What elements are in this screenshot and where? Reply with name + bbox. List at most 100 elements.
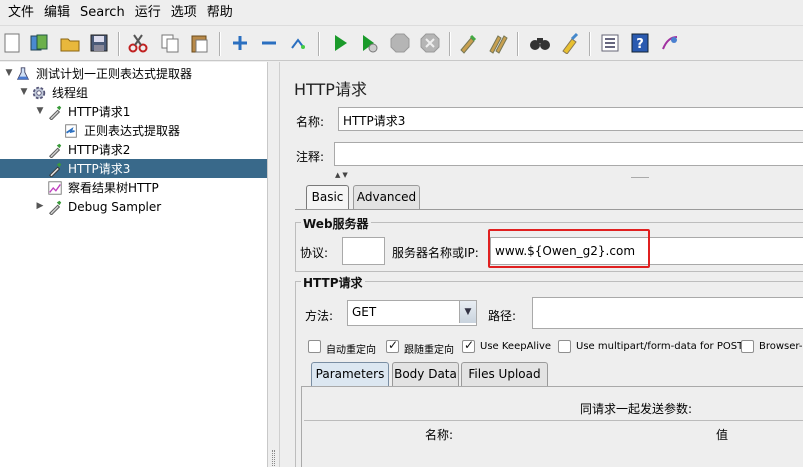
toolbar: ?	[0, 25, 803, 61]
server-field[interactable]: www.${Owen_g2}.com	[490, 237, 803, 265]
remote-icon[interactable]	[658, 31, 682, 55]
toolbar-separator	[118, 32, 120, 56]
name-field[interactable]: HTTP请求3	[338, 107, 803, 131]
path-field[interactable]	[532, 297, 803, 329]
pane-splitter[interactable]	[268, 62, 280, 467]
chart-icon	[46, 179, 64, 197]
test-plan-tree: ▼ 测试计划一正则表达式提取器 ▼ 线程组 ▼ HTTP请求1 正则表达式提取器…	[0, 62, 268, 467]
method-select[interactable]: GET ▼	[347, 300, 477, 326]
comment-label: 注释:	[296, 150, 325, 164]
collapse-arrow-icon[interactable]: ▼	[19, 87, 29, 97]
toolbar-separator	[589, 32, 591, 56]
params-header-line	[304, 420, 803, 421]
params-caption: 同请求一起发送参数:	[580, 402, 693, 416]
flask-icon	[14, 65, 32, 83]
method-label: 方法:	[305, 309, 334, 323]
reset-search-icon[interactable]	[558, 31, 582, 55]
tree-node-label: 线程组	[52, 86, 89, 100]
clear-icon[interactable]	[456, 31, 480, 55]
follow-redirect-label: 跟随重定向	[404, 345, 454, 356]
divider-grip[interactable]	[631, 177, 649, 178]
menu-help[interactable]: 帮助	[202, 0, 238, 25]
multipart-label: Use multipart/form-data for POST	[576, 341, 744, 352]
expand-icon[interactable]	[228, 31, 252, 55]
keepalive-label: Use KeepAlive	[480, 341, 552, 352]
tab-basic[interactable]: Basic	[306, 185, 349, 209]
col-name-header: 名称:	[425, 428, 454, 442]
paste-icon[interactable]	[188, 31, 212, 55]
comment-field[interactable]	[334, 142, 803, 166]
http-request-panel: HTTP请求 名称: HTTP请求3 注释: ▲▼ Basic Advanced…	[281, 62, 803, 467]
new-icon[interactable]	[0, 31, 24, 55]
clear-all-icon[interactable]	[486, 31, 510, 55]
tab-advanced[interactable]: Advanced	[353, 185, 420, 209]
cut-icon[interactable]	[126, 31, 150, 55]
toolbar-separator	[318, 32, 320, 56]
splitter-grip[interactable]	[272, 450, 275, 466]
function-helper-icon[interactable]	[598, 31, 622, 55]
tab-body-data[interactable]: Body Data	[392, 362, 459, 386]
menu-file[interactable]: 文件	[3, 0, 39, 25]
collapse-icon[interactable]	[257, 31, 281, 55]
templates-icon[interactable]	[27, 31, 51, 55]
help-icon[interactable]: ?	[628, 31, 652, 55]
chevron-down-icon[interactable]: ▼	[459, 301, 476, 323]
tree-node-view-results-tree[interactable]: 察看结果树HTTP	[46, 178, 159, 197]
tree-node-thread-group[interactable]: 线程组	[30, 83, 88, 102]
tree-node-label: 察看结果树HTTP	[68, 181, 159, 195]
multipart-checkbox[interactable]	[558, 340, 571, 353]
page-title: HTTP请求	[294, 80, 367, 99]
name-label: 名称:	[296, 115, 325, 129]
tree-node-label: 正则表达式提取器	[84, 124, 181, 138]
tab-files-upload[interactable]: Files Upload	[461, 362, 548, 386]
tree-node-debug-sampler[interactable]: Debug Sampler	[46, 197, 161, 216]
menu-bar: 文件 编辑 Search 运行 选项 帮助	[0, 0, 803, 25]
toolbar-separator	[449, 32, 451, 56]
expand-arrow-icon[interactable]: ▶	[35, 201, 45, 211]
stop-icon[interactable]	[388, 31, 412, 55]
menu-run[interactable]: 运行	[130, 0, 166, 25]
save-icon[interactable]	[87, 31, 111, 55]
tree-node-regex-extractor[interactable]: 正则表达式提取器	[62, 121, 180, 140]
tab-baseline	[295, 209, 803, 210]
toolbar-separator	[219, 32, 221, 56]
split-arrows-icon[interactable]: ▲▼	[335, 171, 350, 179]
gear-icon	[30, 84, 48, 102]
pipette-icon	[46, 198, 64, 216]
keepalive-checkbox[interactable]	[462, 338, 475, 353]
svg-text:?: ?	[636, 37, 644, 52]
browser-compatible-checkbox[interactable]	[741, 340, 754, 353]
tree-node-label: HTTP请求3	[68, 162, 131, 176]
tree-node-http2[interactable]: HTTP请求2	[46, 140, 130, 159]
follow-redirect-checkbox[interactable]	[386, 338, 399, 353]
menu-edit[interactable]: 编辑	[39, 0, 75, 25]
menu-search[interactable]: Search	[75, 0, 130, 25]
menu-options[interactable]: 选项	[166, 0, 202, 25]
pipette-icon	[46, 141, 64, 159]
auto-redirect-checkbox[interactable]	[308, 340, 321, 353]
tree-node-label: 测试计划一正则表达式提取器	[36, 67, 193, 81]
tree-node-test-plan[interactable]: 测试计划一正则表达式提取器	[14, 64, 192, 83]
shutdown-icon[interactable]	[418, 31, 442, 55]
collapse-arrow-icon[interactable]: ▼	[4, 68, 14, 78]
protocol-field[interactable]	[342, 237, 385, 265]
protocol-label: 协议:	[300, 246, 329, 260]
tree-node-label: Debug Sampler	[68, 199, 162, 214]
tree-node-http1[interactable]: HTTP请求1	[46, 102, 130, 121]
search-icon[interactable]	[528, 31, 552, 55]
start-no-pause-icon[interactable]	[357, 31, 381, 55]
pipette-icon	[46, 160, 64, 178]
open-icon[interactable]	[58, 31, 82, 55]
http-request-title: HTTP请求	[301, 274, 365, 291]
extractor-icon	[62, 122, 80, 140]
collapse-arrow-icon[interactable]: ▼	[35, 106, 45, 116]
tree-node-label: HTTP请求1	[68, 105, 131, 119]
toolbar-separator	[517, 32, 519, 56]
tree-node-http3[interactable]: HTTP请求3	[0, 159, 267, 178]
toggle-icon[interactable]	[286, 31, 310, 55]
copy-icon[interactable]	[158, 31, 182, 55]
server-label: 服务器名称或IP:	[392, 246, 479, 260]
tab-parameters[interactable]: Parameters	[311, 362, 389, 386]
auto-redirect-label: 自动重定向	[326, 345, 376, 356]
start-icon[interactable]	[328, 31, 352, 55]
